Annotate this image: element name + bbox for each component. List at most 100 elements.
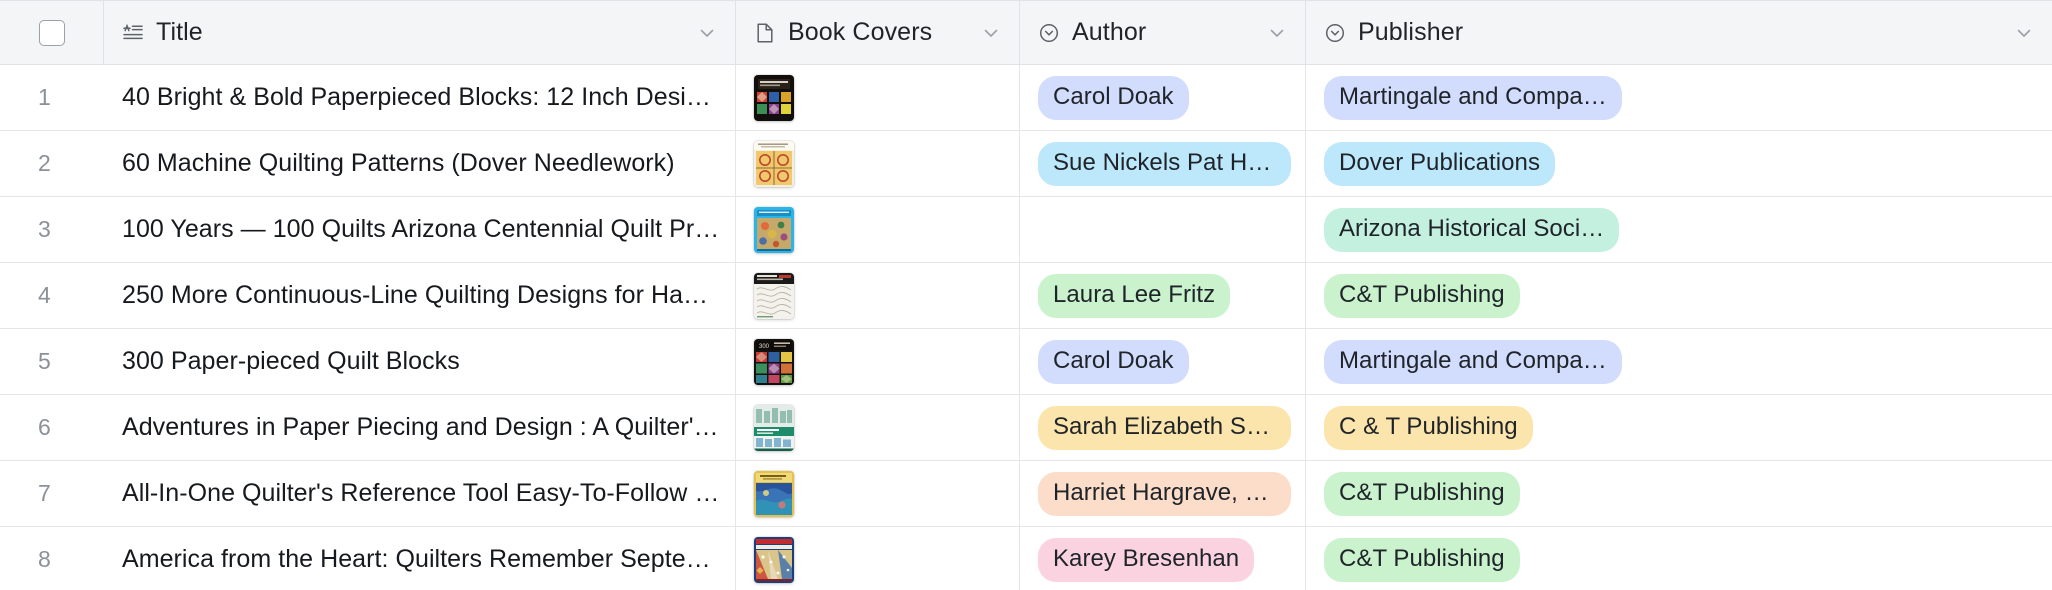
cell-book-cover[interactable] [736,263,1020,328]
table-row[interactable]: 1 40 Bright & Bold Paperpieced Blocks: 12… [0,65,2052,131]
svg-text:300: 300 [759,344,770,350]
publisher-tag[interactable]: Martingale and Compa… [1324,76,1622,120]
author-tag[interactable]: Laura Lee Fritz [1038,274,1230,318]
title-text: 60 Machine Quilting Patterns (Dover Need… [122,149,721,178]
cover-dark-grid-blocks-icon: 300 [754,339,794,385]
publisher-tag[interactable]: C & T Publishing [1324,406,1533,450]
cell-title[interactable]: 250 More Continuous-Line Quilting Design… [104,263,736,328]
publisher-tag[interactable]: C&T Publishing [1324,274,1520,318]
table-row[interactable]: 2 60 Machine Quilting Patterns (Dover Nee… [0,131,2052,197]
title-text: 100 Years — 100 Quilts Arizona Centennia… [122,215,721,244]
cell-publisher[interactable]: Martingale and Compa… [1306,329,2052,394]
row-number: 6 [0,395,104,460]
header-label-book-covers: Book Covers [788,18,932,47]
cell-book-cover[interactable] [736,65,1020,130]
cell-author[interactable]: Laura Lee Fritz [1020,263,1306,328]
cell-title[interactable]: Adventures in Paper Piecing and Design :… [104,395,736,460]
header-label-title: Title [156,18,203,47]
header-column-book-covers[interactable]: Book Covers [736,1,1020,64]
cell-book-cover[interactable]: 300 [736,329,1020,394]
cell-publisher[interactable]: Martingale and Compa… [1306,65,2052,130]
title-text: Adventures in Paper Piecing and Design :… [122,413,721,442]
chevron-down-icon[interactable] [1265,21,1289,45]
row-number: 7 [0,461,104,526]
single-select-icon [1324,22,1346,44]
title-text: America from the Heart: Quilters Remembe… [122,545,721,574]
cell-book-cover[interactable] [736,395,1020,460]
row-number: 1 [0,65,104,130]
chevron-down-icon[interactable] [979,21,1003,45]
header-label-author: Author [1072,18,1146,47]
table-row[interactable]: 7 All-In-One Quilter's Reference Tool Eas… [0,461,2052,527]
chevron-down-icon[interactable] [695,21,719,45]
cell-author[interactable]: Carol Doak [1020,65,1306,130]
cover-blue-reference-tool-icon [754,471,794,517]
header-label-publisher: Publisher [1358,18,1463,47]
table-body: 1 40 Bright & Bold Paperpieced Blocks: 12… [0,65,2052,590]
cover-white-line-designs-icon [754,273,794,319]
table-row[interactable]: 5 300 Paper-pieced Quilt Blocks 300 Carol D… [0,329,2052,395]
cell-author[interactable]: Carol Doak [1020,329,1306,394]
cell-publisher[interactable]: Arizona Historical Soci… [1306,197,2052,262]
cover-cream-medallion-icon [754,141,794,187]
cell-author[interactable]: Harriet Hargrave, Shar… [1020,461,1306,526]
publisher-tag[interactable]: C&T Publishing [1324,472,1520,516]
cell-author[interactable] [1020,197,1306,262]
author-tag[interactable]: Carol Doak [1038,76,1189,120]
cell-publisher[interactable]: Dover Publications [1306,131,2052,196]
title-text: 250 More Continuous-Line Quilting Design… [122,281,721,310]
cell-book-cover[interactable] [736,197,1020,262]
cell-title[interactable]: 40 Bright & Bold Paperpieced Blocks: 12 … [104,65,736,130]
table-row[interactable]: 8 America from the Heart: Quilters Rememb… [0,527,2052,590]
cover-patriotic-collage-icon [754,537,794,583]
publisher-tag[interactable]: Arizona Historical Soci… [1324,208,1619,252]
cell-book-cover[interactable] [736,131,1020,196]
chevron-down-icon[interactable] [2012,21,2036,45]
cell-publisher[interactable]: C&T Publishing [1306,461,2052,526]
row-number: 8 [0,527,104,590]
cover-green-band-paper-piecing-icon [754,405,794,451]
cell-book-cover[interactable] [736,461,1020,526]
file-document-icon [754,22,776,44]
header-column-title[interactable]: Title [104,1,736,64]
table-header-row: Title Book Covers [0,1,2052,65]
cell-title[interactable]: 300 Paper-pieced Quilt Blocks [104,329,736,394]
cell-publisher[interactable]: C&T Publishing [1306,263,2052,328]
table-row[interactable]: 4 250 More Continuous-Line Quilting Desig… [0,263,2052,329]
table-row[interactable]: 3100 Years — 100 Quilts Arizona Centenni… [0,197,2052,263]
title-text: 300 Paper-pieced Quilt Blocks [122,347,721,376]
cell-author[interactable]: Karey Bresenhan [1020,527,1306,590]
select-all-checkbox[interactable] [39,20,65,46]
row-number: 5 [0,329,104,394]
text-lines-icon [122,22,144,44]
cell-title[interactable]: All-In-One Quilter's Reference Tool Easy… [104,461,736,526]
cell-publisher[interactable]: C&T Publishing [1306,527,2052,590]
cell-publisher[interactable]: C & T Publishing [1306,395,2052,460]
row-number: 2 [0,131,104,196]
header-column-publisher[interactable]: Publisher [1306,1,2052,64]
publisher-tag[interactable]: C&T Publishing [1324,538,1520,582]
table-row[interactable]: 6 Adventures in Paper Piecing and Design … [0,395,2052,461]
cell-title[interactable]: 60 Machine Quilting Patterns (Dover Need… [104,131,736,196]
cover-dark-quilt-blocks-icon [754,75,794,121]
header-column-author[interactable]: Author [1020,1,1306,64]
author-tag[interactable]: Sue Nickels Pat Holly [1038,142,1291,186]
cell-book-cover[interactable] [736,527,1020,590]
cell-title[interactable]: 100 Years — 100 Quilts Arizona Centennia… [104,197,736,262]
title-text: All-In-One Quilter's Reference Tool Easy… [122,479,721,508]
author-tag[interactable]: Sarah Elizabeth Sharp [1038,406,1291,450]
cover-blue-border-collage-icon [754,207,794,253]
title-text: 40 Bright & Bold Paperpieced Blocks: 12 … [122,83,721,112]
author-tag[interactable]: Harriet Hargrave, Shar… [1038,472,1291,516]
author-tag[interactable]: Carol Doak [1038,340,1189,384]
single-select-icon [1038,22,1060,44]
cell-author[interactable]: Sarah Elizabeth Sharp [1020,395,1306,460]
row-number: 4 [0,263,104,328]
publisher-tag[interactable]: Martingale and Compa… [1324,340,1622,384]
table-grid: Title Book Covers [0,0,2052,590]
cell-title[interactable]: America from the Heart: Quilters Remembe… [104,527,736,590]
author-tag[interactable]: Karey Bresenhan [1038,538,1254,582]
header-select-all-cell[interactable] [0,1,104,64]
cell-author[interactable]: Sue Nickels Pat Holly [1020,131,1306,196]
publisher-tag[interactable]: Dover Publications [1324,142,1555,186]
